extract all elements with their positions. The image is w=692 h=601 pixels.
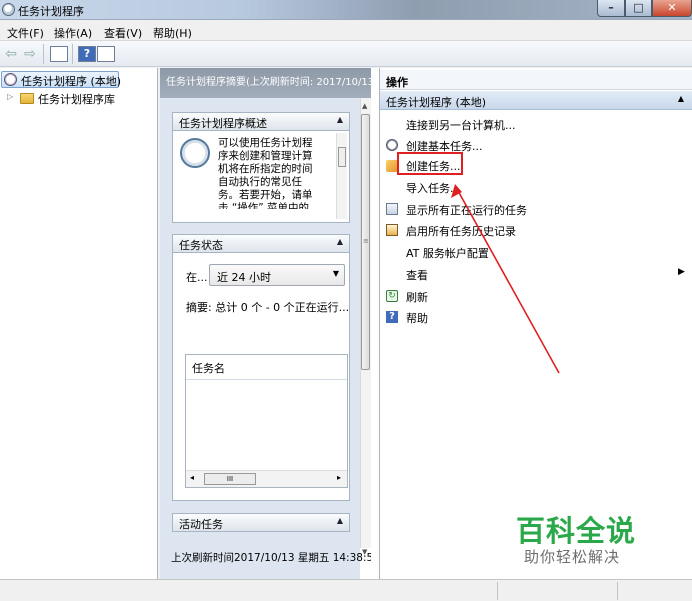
watermark-subtitle: 助你轻松解决 — [524, 548, 621, 566]
collapse-icon[interactable]: ▲ — [337, 516, 343, 525]
title-bar[interactable] — [0, 0, 692, 20]
section-title: 任务计划程序概述 — [179, 117, 267, 130]
close-button[interactable]: ✕ — [652, 0, 692, 17]
section-title: 任务状态 — [179, 239, 223, 252]
section-title: 活动任务 — [179, 518, 223, 531]
scroll-left-icon[interactable]: ◂ — [190, 473, 194, 482]
watermark-title: 百科全说 — [516, 514, 637, 548]
navigation-tree: 任务计划程序 (本地) ▷ 任务计划程序库 — [0, 68, 158, 579]
overview-section-header[interactable]: 任务计划程序概述 ▲ — [172, 112, 350, 131]
show-hide-action-pane-icon[interactable] — [97, 46, 115, 62]
overview-line: 击 “操作” 菜单中的 — [218, 202, 310, 209]
status-bar — [0, 579, 692, 601]
menu-view[interactable]: 查看(V) — [104, 25, 142, 41]
menu-file[interactable]: 文件(F) — [7, 25, 44, 41]
overview-section: 可以使用任务计划程 序来创建和管理计算 机将在所指定的时间 自动执行的常见任 务… — [172, 131, 350, 223]
last-refresh-text: 上次刷新时间2017/10/13 星期五 14:38:5 — [171, 552, 371, 564]
show-hide-tree-icon[interactable] — [50, 46, 68, 62]
expander-icon[interactable]: ▷ — [7, 92, 13, 101]
horizontal-scrollbar[interactable]: ◂ III ▸ — [186, 470, 347, 487]
minimize-button[interactable]: – — [597, 0, 625, 17]
tree-item-library[interactable]: 任务计划程序库 — [38, 91, 115, 107]
overview-scrollbar[interactable] — [336, 133, 347, 219]
overview-line: 机将在所指定的时间 — [218, 163, 313, 175]
window-title: 任务计划程序 — [18, 5, 84, 18]
back-arrow-icon[interactable]: ⇦ — [3, 46, 19, 62]
grip-icon: ≡ — [363, 237, 369, 245]
status-summary: 摘要: 总计 0 个 - 0 个正在运行... — [186, 301, 350, 314]
maximize-icon: □ — [633, 1, 644, 14]
scroll-thumb[interactable] — [338, 147, 346, 167]
overview-line: 自动执行的常见任 — [218, 176, 302, 188]
menu-action[interactable]: 操作(A) — [54, 25, 92, 41]
scroll-up-icon[interactable]: ▲ — [362, 102, 367, 110]
help-icon[interactable]: ? — [78, 46, 96, 62]
toolbar-divider — [72, 44, 73, 64]
column-header[interactable]: 任务名 — [186, 355, 347, 380]
clock-icon — [4, 73, 17, 86]
clock-icon — [180, 138, 210, 168]
collapse-icon[interactable]: ▲ — [337, 115, 343, 124]
summary-header: 任务计划程序摘要(上次刷新时间: 2017/10/13 — [160, 68, 371, 98]
task-list: 任务名 ◂ III ▸ — [185, 354, 348, 488]
tree-item-label: 任务计划程序 (本地) — [21, 75, 122, 88]
scroll-right-icon[interactable]: ▸ — [337, 473, 341, 482]
tree-item-root[interactable]: 任务计划程序 (本地) — [1, 71, 122, 88]
vertical-scrollbar[interactable]: ▲ ≡ — [360, 98, 371, 548]
maximize-button[interactable]: □ — [625, 0, 652, 17]
folder-icon — [20, 93, 34, 104]
arrow-line — [456, 188, 560, 374]
status-section: 在... 近 24 小时 ▼ 摘要: 总计 0 个 - 0 个正在运行... 任… — [172, 253, 350, 501]
active-section-header[interactable]: 活动任务 ▲ — [172, 513, 350, 532]
status-divider — [617, 582, 618, 600]
toolbar: ⇦ ⇨ ? — [0, 41, 692, 67]
overview-line: 可以使用任务计划程 — [218, 137, 313, 149]
menu-help[interactable]: 帮助(H) — [153, 25, 192, 41]
forward-arrow-icon[interactable]: ⇨ — [22, 46, 38, 62]
status-divider — [497, 582, 498, 600]
annotation-arrow — [451, 184, 560, 374]
column-header-label: 任务名 — [192, 362, 225, 375]
filter-label: 在... — [186, 271, 208, 284]
clock-icon — [2, 3, 15, 16]
overview-line: 序来创建和管理计算 — [218, 150, 313, 162]
chevron-down-icon: ▼ — [332, 269, 339, 278]
collapse-icon[interactable]: ▲ — [337, 237, 343, 246]
menu-bar: 文件(F) 操作(A) 查看(V) 帮助(H) — [0, 22, 692, 41]
time-filter-value: 近 24 小时 — [217, 271, 271, 284]
overview-text: 可以使用任务计划程 序来创建和管理计算 机将在所指定的时间 自动执行的常见任 务… — [218, 137, 328, 209]
time-filter-select[interactable]: 近 24 小时 ▼ — [209, 264, 345, 286]
scroll-thumb[interactable]: III — [204, 473, 256, 485]
overview-line: 务。若要开始，请单 — [218, 189, 313, 201]
minimize-icon: – — [608, 1, 614, 14]
status-section-header[interactable]: 任务状态 ▲ — [172, 234, 350, 253]
toolbar-divider — [43, 44, 44, 64]
close-icon: ✕ — [667, 1, 677, 14]
